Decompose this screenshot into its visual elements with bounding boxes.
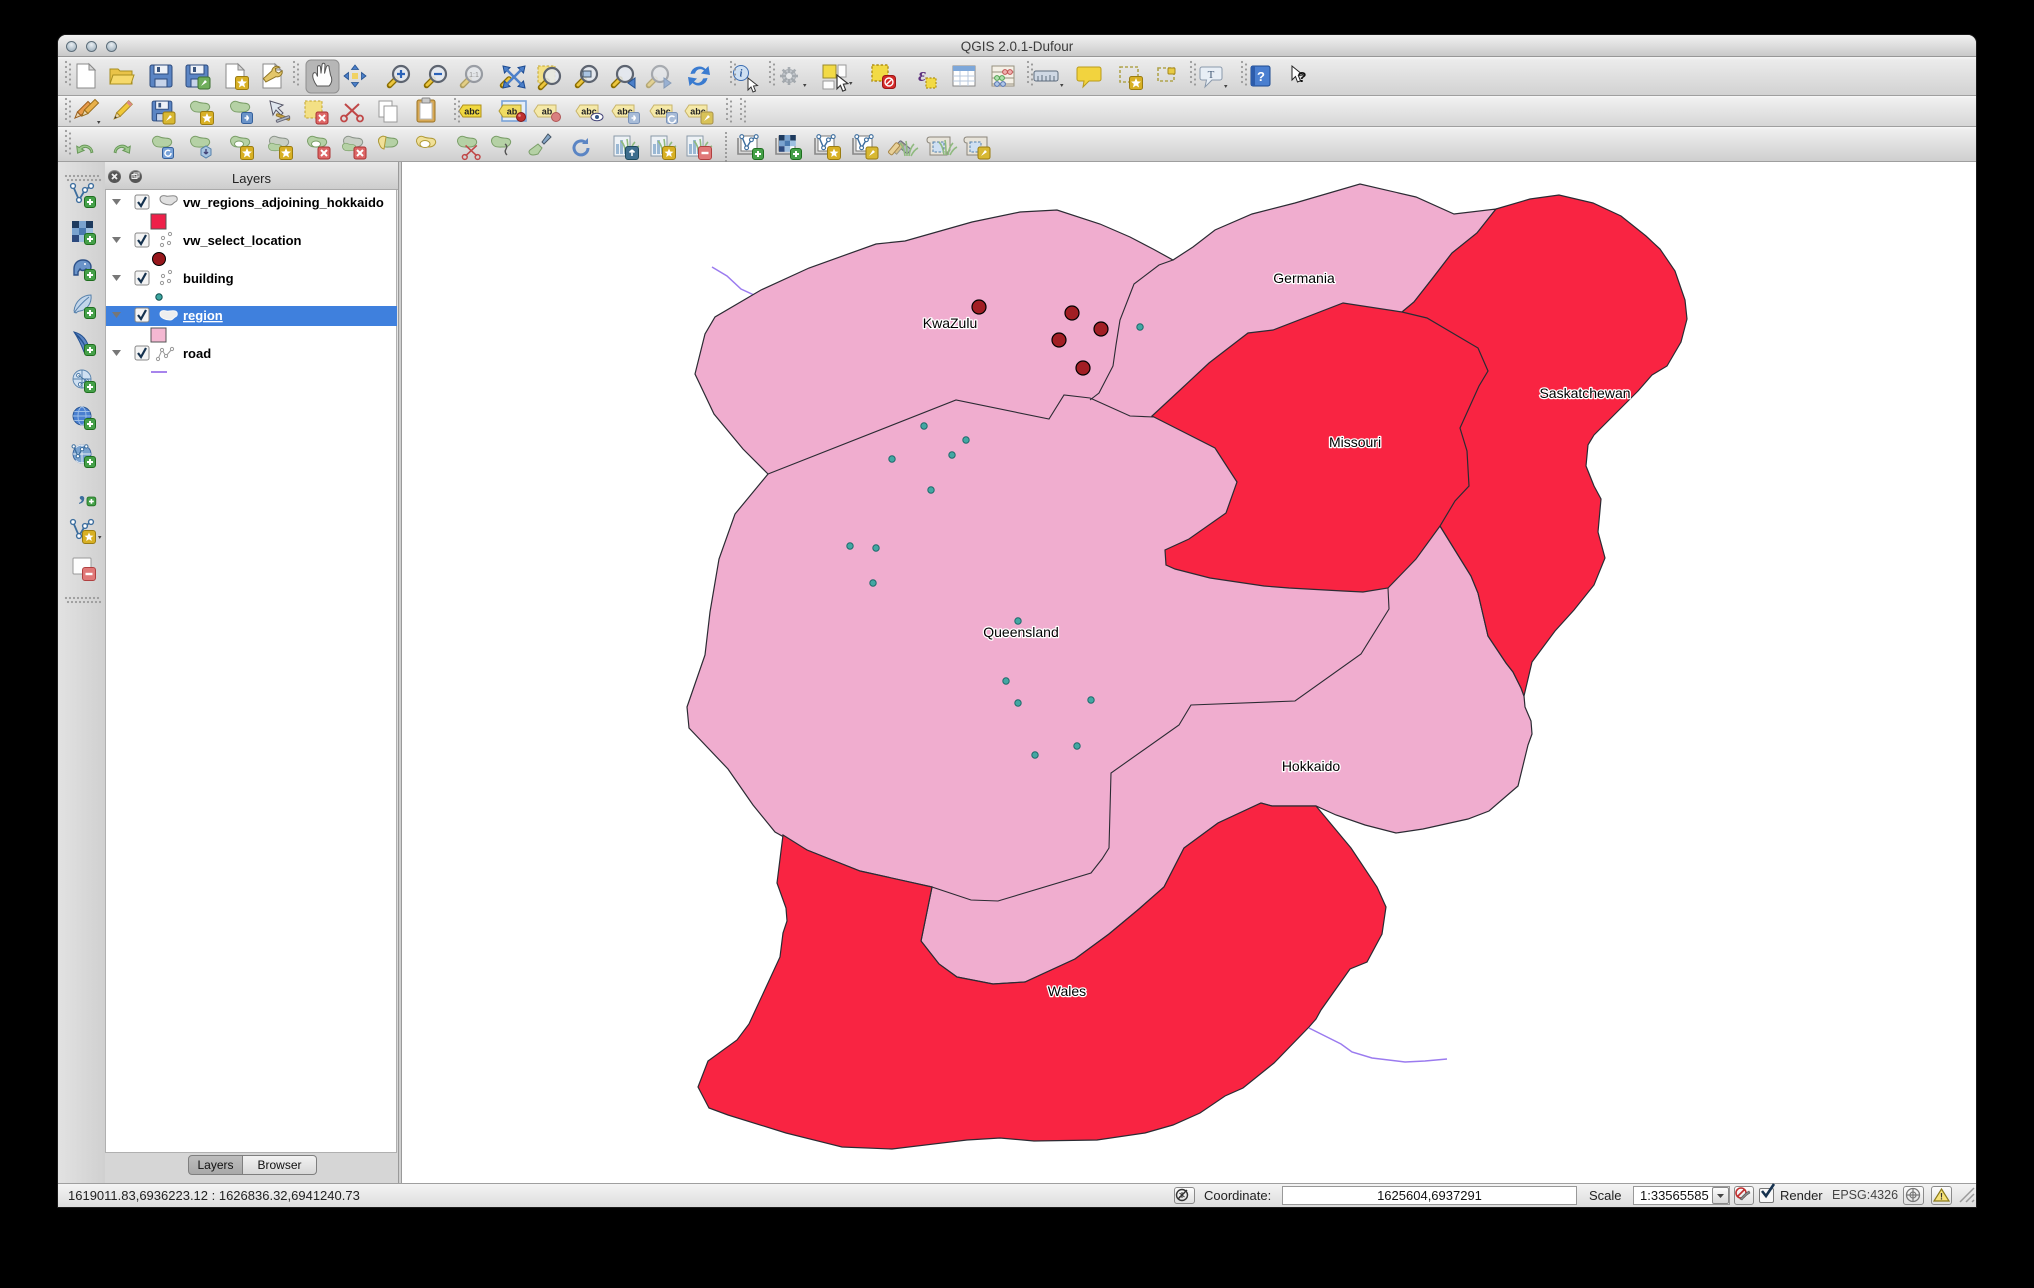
svg-text:road: road (183, 346, 211, 361)
svg-text:vw_regions_adjoining_hokkaido: vw_regions_adjoining_hokkaido (183, 195, 384, 210)
svg-text:Saskatchewan: Saskatchewan (1539, 385, 1630, 401)
svg-text:,: , (79, 477, 86, 506)
svg-text:Hokkaido: Hokkaido (1282, 758, 1341, 774)
svg-text:region: region (183, 308, 223, 323)
svg-text:Wales: Wales (1048, 983, 1086, 999)
svg-text:Missouri: Missouri (1329, 434, 1381, 450)
svg-text:Queensland: Queensland (983, 624, 1059, 640)
svg-text:Germania: Germania (1273, 270, 1335, 286)
svg-text:KwaZulu: KwaZulu (923, 315, 977, 331)
svg-text:vw_select_location: vw_select_location (183, 233, 302, 248)
svg-text:building: building (183, 271, 234, 286)
svg-text:!: ! (1940, 1192, 1943, 1202)
